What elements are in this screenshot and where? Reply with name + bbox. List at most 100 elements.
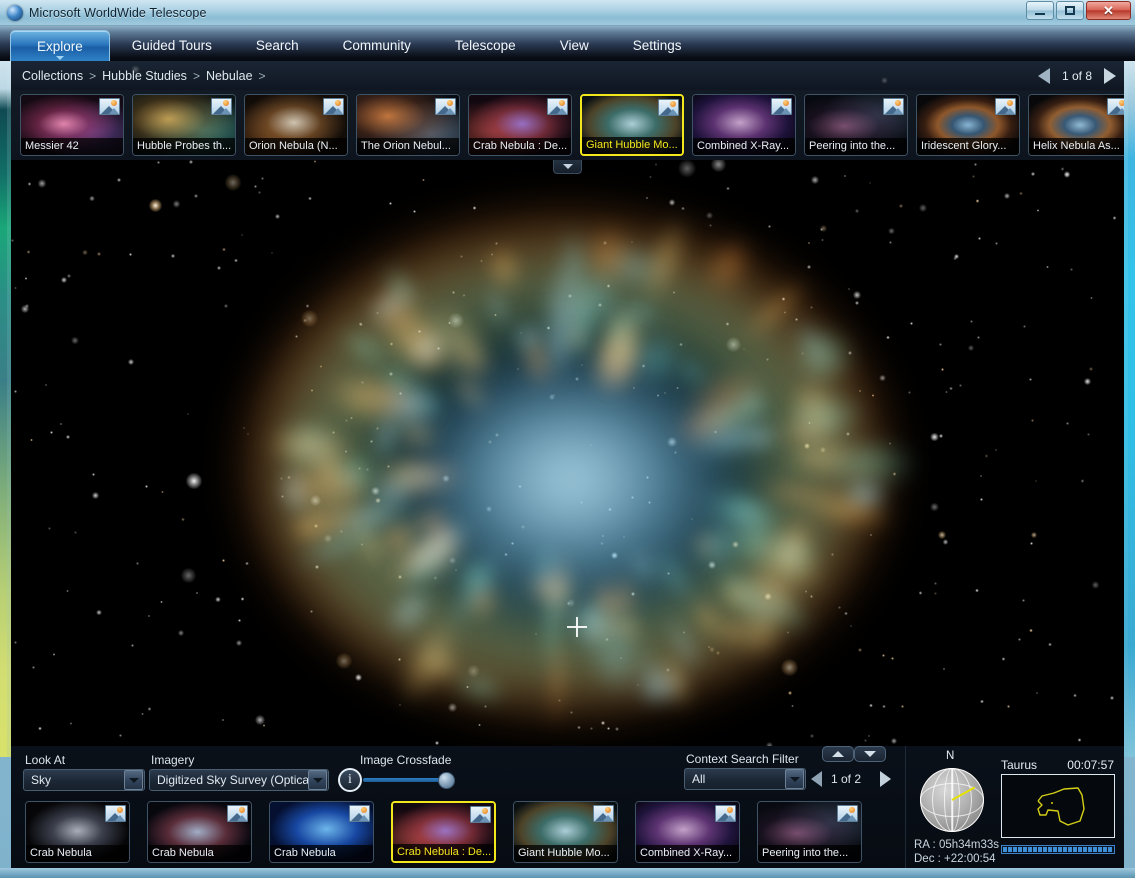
minimize-button[interactable] xyxy=(1026,1,1054,20)
menu-item-search[interactable]: Search xyxy=(234,30,321,61)
context-thumbnail-strip[interactable]: Crab Nebula Crab Nebula Crab Nebula Crab Ne… xyxy=(11,796,916,868)
thumbnail-item[interactable]: Crab Nebula xyxy=(147,801,252,863)
collection-thumbnail-strip[interactable]: Messier 42 Hubble Probes th... Orion Nebul… xyxy=(11,90,1124,160)
progress-tick xyxy=(1013,847,1017,852)
thumbnail-item[interactable]: Hubble Probes th... xyxy=(132,94,236,156)
scroll-up-button[interactable] xyxy=(822,746,854,762)
crossfade-slider[interactable] xyxy=(363,772,455,789)
minimize-icon xyxy=(1035,12,1045,15)
star xyxy=(1003,192,1011,200)
triangle-up-icon xyxy=(832,751,844,757)
menu-item-explore[interactable]: Explore xyxy=(10,30,110,61)
thumbnail-item[interactable]: Iridescent Glory... xyxy=(916,94,1020,156)
look-at-select[interactable]: Sky xyxy=(23,769,145,791)
image-badge-icon xyxy=(470,806,491,823)
slider-knob[interactable] xyxy=(438,772,455,789)
star xyxy=(170,253,175,258)
star xyxy=(953,253,960,260)
chevron-down-icon[interactable] xyxy=(308,770,327,790)
thumbnail-item[interactable]: Combined X-Ray... xyxy=(635,801,740,863)
thumbnail-item[interactable]: Peering into the... xyxy=(804,94,908,156)
breadcrumb-item-nebulae[interactable]: Nebulae xyxy=(206,69,253,83)
star xyxy=(149,199,162,212)
star xyxy=(69,722,73,725)
star xyxy=(994,448,998,452)
thumbnail-item[interactable]: Crab Nebula xyxy=(269,801,374,863)
scroll-down-button[interactable] xyxy=(854,746,886,762)
image-badge-icon xyxy=(883,98,904,115)
dec-label: Dec : xyxy=(914,853,941,865)
thumbnail-item[interactable]: Messier 42 xyxy=(20,94,124,156)
taurus-outline-icon xyxy=(1037,787,1085,826)
progress-tick xyxy=(1063,847,1067,852)
image-badge-icon xyxy=(658,99,679,116)
context-filter-label: Context Search Filter xyxy=(686,752,799,766)
thumbnail-caption: The Orion Nebul... xyxy=(357,138,459,155)
thumbnail-item[interactable]: Peering into the... xyxy=(757,801,862,863)
info-icon[interactable]: i xyxy=(338,768,362,792)
image-badge-icon xyxy=(211,98,232,115)
chevron-down-icon[interactable] xyxy=(785,769,804,789)
star xyxy=(977,237,982,241)
context-pager-next-button[interactable] xyxy=(880,771,891,787)
collapse-strip-button[interactable] xyxy=(553,160,582,174)
chevron-down-icon[interactable] xyxy=(124,770,143,790)
star xyxy=(958,383,963,388)
thumbnail-caption: Crab Nebula : De... xyxy=(469,138,571,155)
sky-view-canvas[interactable] xyxy=(11,160,1124,746)
menu-item-settings[interactable]: Settings xyxy=(611,30,704,61)
star xyxy=(91,491,100,500)
window-edge-left xyxy=(0,61,11,757)
thumbnail-item[interactable]: Crab Nebula : De... xyxy=(391,801,496,863)
pager-prev-button[interactable] xyxy=(1037,67,1050,84)
thumbnail-item[interactable]: Crab Nebula xyxy=(25,801,130,863)
menu-item-label: Telescope xyxy=(454,38,516,53)
star xyxy=(939,434,943,438)
ra-value: 05h34m33s xyxy=(938,839,1000,851)
thumbnail-item[interactable]: Orion Nebula (N... xyxy=(244,94,348,156)
context-pager-prev-button[interactable] xyxy=(811,771,822,787)
imagery-select[interactable]: Digitized Sky Survey (Optical... xyxy=(149,769,329,791)
crosshair-icon xyxy=(567,617,587,637)
menu-item-telescope[interactable]: Telescope xyxy=(433,30,538,61)
star xyxy=(177,630,185,637)
star xyxy=(980,474,983,477)
maximize-button[interactable] xyxy=(1056,1,1084,20)
context-filter-select[interactable]: All xyxy=(684,768,806,790)
pager-next-button[interactable] xyxy=(1104,67,1116,84)
breadcrumb-item-hubble-studies[interactable]: Hubble Studies xyxy=(102,69,187,83)
thumbnail-item[interactable]: Helix Nebula As... xyxy=(1028,94,1124,156)
thumbnail-item[interactable]: Giant Hubble Mo... xyxy=(513,801,618,863)
star xyxy=(147,706,152,711)
star xyxy=(31,666,36,670)
close-button[interactable]: ✕ xyxy=(1086,1,1131,20)
thumbnail-item[interactable]: Crab Nebula : De... xyxy=(468,94,572,156)
star xyxy=(14,286,17,290)
image-badge-icon xyxy=(227,805,248,822)
thumbnail-item[interactable]: Combined X-Ray... xyxy=(692,94,796,156)
menu-item-guided-tours[interactable]: Guided Tours xyxy=(110,30,234,61)
thumbnail-caption: Crab Nebula : De... xyxy=(393,844,494,861)
thumbnail-caption: Peering into the... xyxy=(758,845,861,862)
breadcrumb-item-collections[interactable]: Collections xyxy=(22,69,83,83)
star xyxy=(261,177,264,180)
star xyxy=(157,161,161,165)
star xyxy=(930,432,939,442)
star xyxy=(130,643,135,647)
thumbnail-item[interactable]: The Orion Nebul... xyxy=(356,94,460,156)
main-menu-bar: Explore Guided Tours Search Community Telesc… xyxy=(0,26,1135,61)
menu-item-community[interactable]: Community xyxy=(321,30,433,61)
image-badge-icon xyxy=(593,805,614,822)
star xyxy=(654,163,658,166)
star xyxy=(52,653,56,656)
menu-item-view[interactable]: View xyxy=(538,30,611,61)
star xyxy=(977,335,980,339)
image-badge-icon xyxy=(547,98,568,115)
star xyxy=(974,163,978,167)
constellation-figure xyxy=(1001,774,1115,838)
thumbnail-item[interactable]: Giant Hubble Mo... xyxy=(580,94,684,156)
collection-pager: 1 of 8 xyxy=(1037,61,1116,90)
triangle-down-icon xyxy=(864,751,876,757)
image-badge-icon xyxy=(323,98,344,115)
breadcrumb-separator: > xyxy=(258,68,266,83)
